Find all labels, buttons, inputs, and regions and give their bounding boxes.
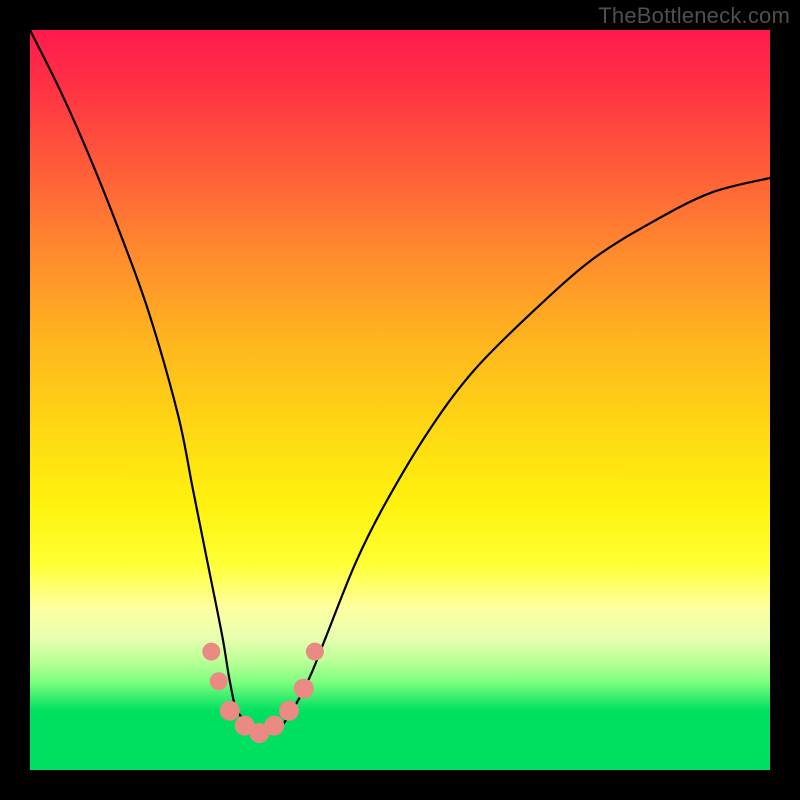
marker-dot xyxy=(264,716,284,736)
marker-dot xyxy=(220,701,240,721)
marker-dot xyxy=(279,701,299,721)
chart-frame: TheBottleneck.com xyxy=(0,0,800,800)
plot-area xyxy=(30,30,770,770)
watermark-text: TheBottleneck.com xyxy=(598,3,790,29)
marker-dot xyxy=(294,679,314,699)
marker-dot xyxy=(306,643,324,661)
marker-dot xyxy=(210,672,228,690)
curve-path xyxy=(30,30,770,733)
marker-dot xyxy=(202,643,220,661)
curve-markers xyxy=(202,643,324,743)
bottleneck-curve xyxy=(30,30,770,770)
